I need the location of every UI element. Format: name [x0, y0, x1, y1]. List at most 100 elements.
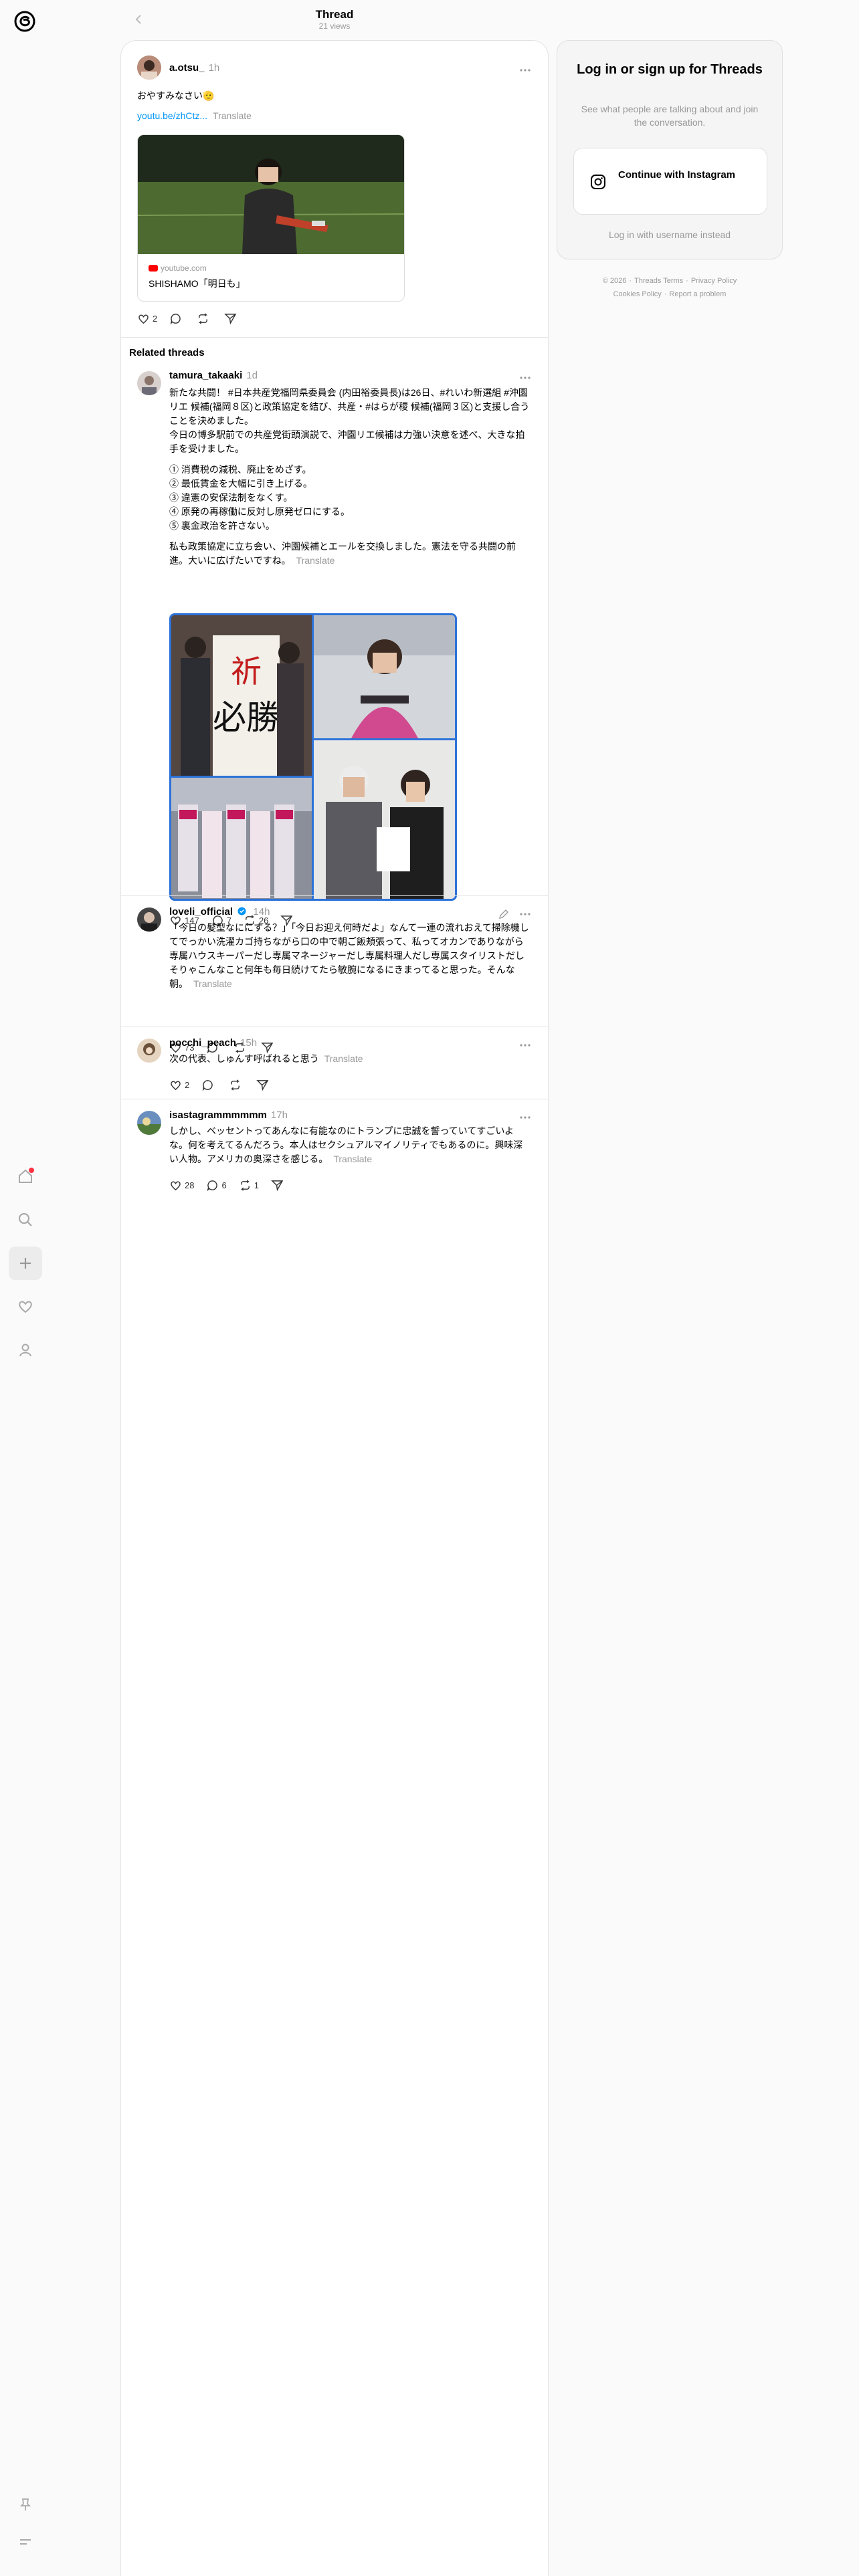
continue-with-instagram-button[interactable]: Continue with Instagram [573, 148, 767, 215]
thread-header: Thread 21 views [120, 0, 549, 40]
cookies-link[interactable]: Cookies Policy [613, 290, 662, 298]
nav-activity[interactable] [9, 1290, 42, 1323]
terms-link[interactable]: Threads Terms [634, 277, 683, 285]
reply-count: 6 [221, 1180, 227, 1190]
avatar[interactable] [137, 1111, 161, 1135]
avatar[interactable] [137, 907, 161, 932]
link-preview-card[interactable]: youtube.com SHISHAMO「明日も」 [137, 134, 405, 302]
nav-menu[interactable] [9, 2525, 42, 2559]
nav-home[interactable] [9, 1160, 42, 1193]
timestamp: 1d [246, 370, 258, 381]
avatar[interactable] [137, 1039, 161, 1063]
post-author[interactable]: a.otsu_ 1h [169, 62, 219, 74]
report-problem-link[interactable]: Report a problem [669, 290, 726, 298]
username[interactable]: a.otsu_ [169, 62, 205, 74]
post-actions: 2 [169, 1077, 284, 1092]
repost-button[interactable] [197, 312, 212, 325]
reply-button[interactable] [169, 312, 185, 325]
comment-icon [170, 313, 181, 324]
search-icon [18, 1212, 32, 1226]
reply-button[interactable] [201, 1079, 217, 1091]
translate-link[interactable]: Translate [296, 555, 335, 566]
post-author[interactable]: pocchi_peach 15h [169, 1037, 257, 1049]
menu-icon [20, 2539, 31, 2545]
more-button[interactable] [518, 64, 532, 77]
like-button[interactable]: 2 [169, 1079, 189, 1091]
comment-icon [202, 1079, 213, 1091]
translate-link[interactable]: Translate [213, 110, 252, 121]
more-button[interactable] [518, 371, 532, 385]
post-actions: 28 6 1 [169, 1178, 298, 1192]
repost-count: 1 [254, 1180, 259, 1190]
photo-speech[interactable] [314, 615, 455, 738]
svg-text:必勝: 必勝 [213, 698, 280, 737]
post-text: しかし、ベッセントってあんなに有能なのにトランプに忠誠を誓っていてすごいよな。何… [169, 1124, 532, 1166]
copyright: © 2026 [602, 277, 627, 285]
post-author[interactable]: isastagrammmmmm 17h [169, 1109, 288, 1121]
post-body: 次の代表、しゅんす呼ばれると思う [169, 1053, 319, 1064]
more-button[interactable] [518, 907, 532, 921]
post-paragraph: 今日の博多駅前での共産党街頭演説で、沖園リエ候補は力強い決意を述べ、大きな拍手を… [169, 429, 525, 454]
repost-button[interactable]: 1 [239, 1179, 259, 1192]
left-rail [0, 0, 51, 2576]
post-link[interactable]: youtu.be/zhCtz... [137, 110, 207, 121]
share-button[interactable] [256, 1079, 272, 1091]
username[interactable]: pocchi_peach [169, 1037, 236, 1049]
post-author[interactable]: tamura_takaaki 1d [169, 370, 258, 381]
like-button[interactable]: 28 [169, 1179, 194, 1192]
nav-create[interactable] [9, 1247, 42, 1280]
youtube-icon [149, 265, 158, 272]
policy-item: ③ 違憲の安保法制をなくす。 [169, 492, 293, 503]
post-paragraph: 私も政策協定に立ち会い、沖園候補とエールを交換しました。憲法を守る共闘の前進。大… [169, 541, 516, 566]
related-post: pocchi_peach 15h 次の代表、しゅんす呼ばれると思う Translat… [121, 1035, 548, 1101]
nav-pin[interactable] [9, 2488, 42, 2521]
avatar[interactable] [137, 56, 161, 80]
share-button[interactable] [271, 1179, 286, 1192]
more-button[interactable] [518, 1111, 532, 1124]
nav-profile[interactable] [9, 1333, 42, 1367]
main-post: a.otsu_ 1h おやすみなさい🫡 youtu.be/zhCtz... Tran… [121, 41, 548, 336]
edit-button[interactable] [497, 907, 510, 921]
photo-street-signs[interactable] [171, 778, 312, 899]
photo-agreement[interactable] [314, 740, 455, 899]
photo-collage[interactable]: 祈 必勝 [169, 613, 457, 901]
repost-icon [231, 1079, 240, 1091]
reply-button[interactable]: 6 [206, 1179, 227, 1192]
send-icon [271, 1180, 284, 1191]
translate-link[interactable]: Translate [324, 1053, 363, 1064]
translate-link[interactable]: Translate [193, 978, 232, 989]
view-count: 21 views [318, 21, 351, 31]
privacy-link[interactable]: Privacy Policy [691, 277, 737, 285]
footer: © 2026 · Threads Terms · Privacy Policy Cook… [602, 277, 737, 298]
policy-item: ⑤ 裏金政治を許さない。 [169, 520, 275, 531]
repost-button[interactable] [229, 1079, 244, 1091]
username-login-link[interactable]: Log in with username instead [557, 229, 782, 240]
threads-logo-icon[interactable] [13, 9, 37, 33]
related-post: isastagrammmmmm 17h しかし、ベッセントってあんなに有能なのにト… [121, 1107, 548, 1200]
post-author[interactable]: loveli_official 14h [169, 906, 270, 918]
svg-text:祈: 祈 [231, 653, 262, 689]
share-button[interactable] [224, 312, 240, 325]
pencil-icon [499, 909, 508, 919]
repost-icon [199, 312, 208, 324]
photo-candidates-banner[interactable]: 祈 必勝 [171, 615, 312, 776]
heart-icon [19, 1301, 32, 1313]
more-button[interactable] [518, 1039, 532, 1052]
like-button[interactable]: 2 [137, 312, 157, 325]
post-text: 新たな共闘！ #日本共産党福岡県委員会 (内田裕委員長)は26日、#れいわ新選組… [169, 386, 532, 568]
translate-link[interactable]: Translate [333, 1154, 372, 1164]
username[interactable]: tamura_takaaki [169, 370, 242, 381]
username[interactable]: loveli_official [169, 906, 233, 918]
timestamp: 1h [208, 62, 220, 74]
notification-dot [29, 1168, 34, 1173]
avatar[interactable] [137, 371, 161, 395]
username[interactable]: isastagrammmmmm [169, 1109, 267, 1121]
timestamp: 15h [240, 1037, 258, 1049]
send-icon [224, 313, 237, 324]
policy-item: ④ 原発の再稼働に反対し原発ゼロにする。 [169, 506, 351, 517]
card-source: youtube.com [149, 263, 207, 273]
heart-icon [171, 1081, 181, 1090]
timestamp: 14h [253, 906, 270, 918]
nav-search[interactable] [9, 1203, 42, 1237]
related-threads-heading: Related threads [129, 347, 205, 358]
